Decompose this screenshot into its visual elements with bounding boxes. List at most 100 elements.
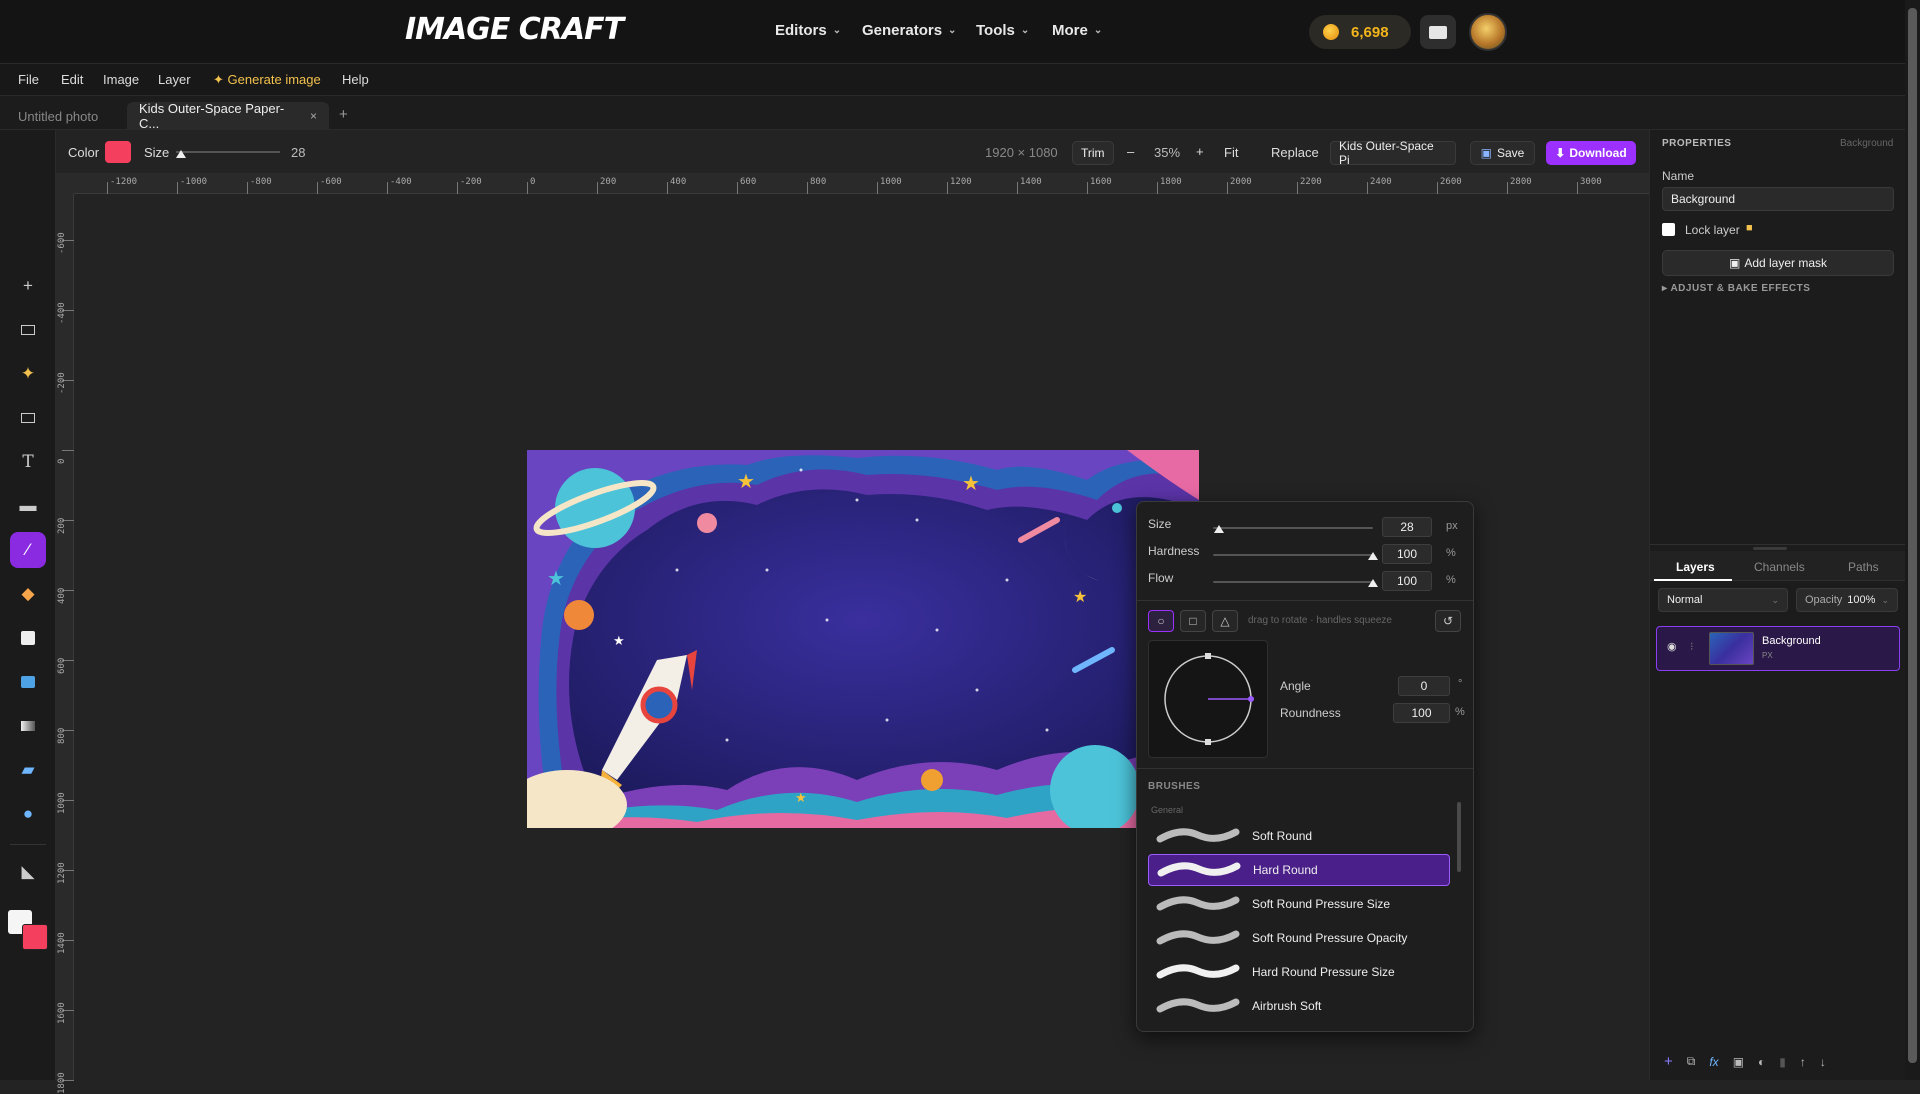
lock-layer-checkbox[interactable] bbox=[1662, 223, 1675, 236]
menu-file[interactable]: File bbox=[18, 72, 39, 87]
add-layer-icon[interactable]: + bbox=[1664, 1053, 1673, 1070]
brush-size-handle[interactable] bbox=[1214, 525, 1225, 533]
coin-balance[interactable]: 6,698 bbox=[1309, 15, 1411, 49]
layer-row-background[interactable]: ◉ ⁝ Background PX bbox=[1656, 626, 1900, 671]
fx-icon[interactable]: fx bbox=[1709, 1055, 1718, 1069]
image-tool[interactable] bbox=[10, 664, 46, 700]
save-button[interactable]: ▣ Save bbox=[1470, 141, 1535, 165]
brush-color-swatch[interactable] bbox=[105, 141, 131, 163]
background-color-swatch[interactable] bbox=[22, 924, 48, 950]
fit-button[interactable]: Fit bbox=[1224, 145, 1238, 160]
arrow-down-icon[interactable]: ↓ bbox=[1820, 1055, 1826, 1069]
zoom-in-button[interactable]: + bbox=[1196, 144, 1204, 159]
replace-button[interactable]: Replace bbox=[1271, 145, 1319, 160]
brush-item[interactable]: Soft Round Pressure Opacity bbox=[1148, 922, 1450, 954]
size-slider[interactable] bbox=[176, 151, 280, 153]
download-button[interactable]: ⬇ Download bbox=[1546, 141, 1636, 165]
ruler-label: 600 bbox=[740, 177, 757, 187]
file-name-field[interactable]: Kids Outer-Space Pi bbox=[1330, 139, 1456, 167]
panel-resize-handle[interactable] bbox=[1753, 547, 1787, 550]
triangle-shape-button[interactable]: △ bbox=[1212, 610, 1238, 632]
link-icon[interactable]: ⁝ bbox=[1690, 640, 1694, 653]
measure-tool[interactable]: ◣ bbox=[10, 854, 46, 890]
roundness-input[interactable]: 100 bbox=[1393, 703, 1450, 723]
close-icon[interactable]: × bbox=[310, 109, 317, 123]
nav-generators[interactable]: Generators ⌄ bbox=[862, 22, 956, 39]
tab-channels[interactable]: Channels bbox=[1754, 560, 1805, 574]
brush-size-slider[interactable] bbox=[1213, 527, 1373, 529]
menu-edit[interactable]: Edit bbox=[61, 72, 83, 87]
nav-more[interactable]: More ⌄ bbox=[1052, 22, 1102, 39]
brush-tool[interactable]: ⁄ bbox=[10, 532, 46, 568]
trim-button[interactable]: Trim bbox=[1072, 141, 1114, 165]
hardness-handle[interactable] bbox=[1368, 552, 1378, 560]
fill-tool[interactable] bbox=[10, 620, 46, 656]
tab-layers[interactable]: Layers bbox=[1676, 560, 1715, 574]
ruler-label: -1200 bbox=[110, 177, 138, 187]
brush-size-input[interactable]: 28 bbox=[1382, 517, 1432, 537]
menu-generate-image[interactable]: ✦ Generate image bbox=[213, 72, 321, 88]
app-logo[interactable]: IMAGE CRAFT bbox=[405, 12, 624, 47]
flow-slider[interactable] bbox=[1213, 581, 1373, 583]
ruler-corner bbox=[56, 174, 74, 194]
tab-kids-outer-space[interactable]: Kids Outer-Space Paper-C... × bbox=[127, 101, 329, 131]
opacity-control[interactable]: Opacity 100% ⌄ bbox=[1796, 588, 1898, 612]
brush-item[interactable]: Soft Round bbox=[1148, 820, 1450, 852]
nav-editors[interactable]: Editors ⌄ bbox=[775, 22, 841, 39]
messages-button[interactable] bbox=[1420, 15, 1456, 49]
crop-tool[interactable] bbox=[10, 400, 46, 436]
mask-icon[interactable]: ▣ bbox=[1733, 1055, 1744, 1069]
brush-list-scrollbar[interactable] bbox=[1457, 802, 1461, 872]
arrow-up-icon[interactable]: ↑ bbox=[1800, 1055, 1806, 1069]
smudge-tool[interactable]: ▬ bbox=[10, 488, 46, 524]
adjust-effects-label: ADJUST & BAKE EFFECTS bbox=[1670, 283, 1811, 294]
nav-tools[interactable]: Tools ⌄ bbox=[976, 22, 1029, 39]
gradient-tool[interactable] bbox=[10, 708, 46, 744]
angle-input[interactable]: 0 bbox=[1398, 676, 1450, 696]
angle-preview[interactable] bbox=[1148, 640, 1268, 758]
scrollbar-thumb[interactable] bbox=[1908, 8, 1917, 1063]
ruler-label: 1000 bbox=[880, 177, 902, 187]
brush-item[interactable]: Hard Round bbox=[1148, 854, 1450, 886]
blur-tool[interactable]: ● bbox=[10, 796, 46, 832]
window-scrollbar[interactable] bbox=[1905, 0, 1920, 1080]
zoom-out-button[interactable]: – bbox=[1127, 144, 1134, 159]
size-slider-handle[interactable] bbox=[176, 150, 186, 158]
brush-item[interactable]: Airbrush Soft bbox=[1148, 990, 1450, 1022]
hardness-slider[interactable] bbox=[1213, 554, 1373, 556]
adjustment-icon[interactable]: ◐ bbox=[1758, 1055, 1765, 1069]
menu-image[interactable]: Image bbox=[103, 72, 139, 87]
adjust-effects-toggle[interactable]: ▸ ADJUST & BAKE EFFECTS bbox=[1662, 283, 1810, 294]
round-shape-button[interactable]: ○ bbox=[1148, 610, 1174, 632]
menu-layer[interactable]: Layer bbox=[158, 72, 191, 87]
text-tool[interactable]: T bbox=[10, 444, 46, 480]
brush-item[interactable]: Soft Round Pressure Size bbox=[1148, 888, 1450, 920]
properties-title: PROPERTIES bbox=[1662, 138, 1732, 149]
magic-wand-tool[interactable]: ✦ bbox=[10, 356, 46, 392]
blend-mode-select[interactable]: Normal ⌄ bbox=[1658, 588, 1788, 612]
layer-type: PX bbox=[1762, 651, 1773, 660]
tab-untitled-photo[interactable]: Untitled photo bbox=[6, 102, 110, 130]
add-layer-mask-button[interactable]: ▣ Add layer mask bbox=[1662, 250, 1894, 276]
brush-item[interactable]: Hard Round Pressure Size bbox=[1148, 956, 1450, 988]
marquee-tool[interactable] bbox=[10, 312, 46, 348]
eye-icon[interactable]: ◉ bbox=[1667, 640, 1677, 653]
flow-handle[interactable] bbox=[1368, 579, 1378, 587]
duplicate-icon[interactable]: ⧉ bbox=[1687, 1054, 1696, 1069]
delete-icon[interactable]: ▮ bbox=[1779, 1055, 1786, 1069]
reset-shape-button[interactable]: ↺ bbox=[1435, 610, 1461, 632]
add-tab-button[interactable]: + bbox=[339, 106, 348, 123]
ruler-tick bbox=[317, 182, 318, 194]
user-avatar[interactable] bbox=[1469, 13, 1507, 51]
angle-label: Angle bbox=[1280, 679, 1311, 693]
move-tool[interactable]: + bbox=[10, 268, 46, 304]
healing-tool[interactable]: ▰ bbox=[10, 752, 46, 788]
layer-name-input[interactable]: Background bbox=[1662, 187, 1894, 211]
artwork-image[interactable]: ★ ★ ★ ★ ★ ★ bbox=[527, 450, 1199, 828]
tab-paths[interactable]: Paths bbox=[1848, 560, 1879, 574]
menu-help[interactable]: Help bbox=[342, 72, 369, 87]
eraser-tool[interactable]: ◆ bbox=[10, 576, 46, 612]
flow-input[interactable]: 100 bbox=[1382, 571, 1432, 591]
square-shape-button[interactable]: □ bbox=[1180, 610, 1206, 632]
hardness-input[interactable]: 100 bbox=[1382, 544, 1432, 564]
